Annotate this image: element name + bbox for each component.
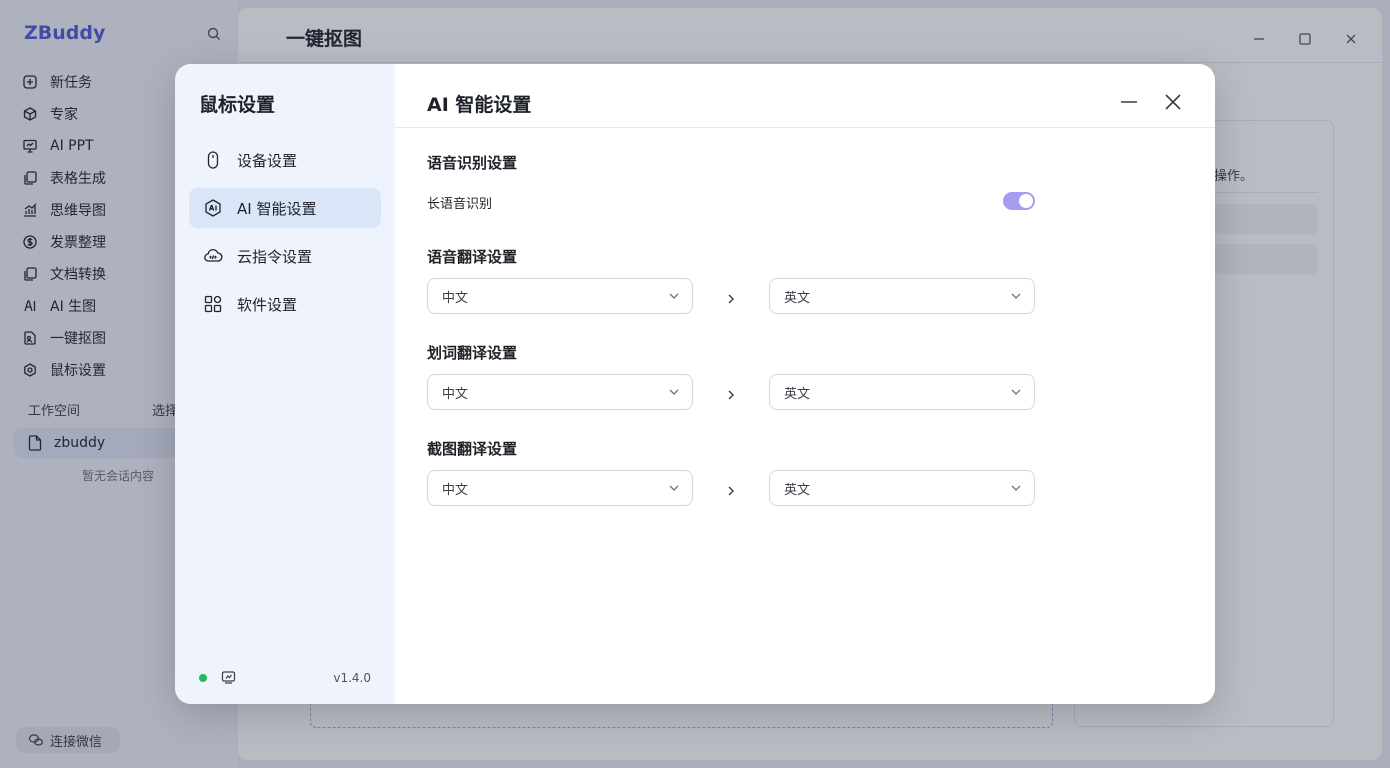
chevron-right-icon [725, 482, 737, 496]
settings-content-title: AI 智能设置 [427, 94, 532, 116]
settings-sidebar-title: 鼠标设置 [199, 94, 276, 116]
screen-cast-icon[interactable] [221, 670, 236, 685]
chevron-down-icon [668, 386, 680, 398]
voice-translation-to-select[interactable]: 英文 [769, 278, 1035, 314]
settings-sidebar: 鼠标设置 设备设置 AI 智能设置 云指令设置 软件设置 v1.4.0 [175, 64, 395, 704]
long-voice-label: 长语音识别 [427, 197, 493, 212]
chevron-right-icon [725, 290, 737, 304]
select-value: 中文 [442, 386, 469, 402]
mouse-icon [203, 150, 223, 170]
modal-minimize-button[interactable] [1119, 92, 1139, 112]
settings-menu-cloud[interactable]: 云指令设置 [189, 236, 381, 276]
minimize-icon [1121, 101, 1137, 103]
connection-status-dot [199, 673, 207, 682]
screenshot-translation-from-select[interactable]: 中文 [427, 470, 693, 506]
chevron-down-icon [668, 290, 680, 302]
chevron-down-icon [668, 482, 680, 494]
settings-menu-device[interactable]: 设备设置 [189, 140, 381, 180]
settings-menu-ai[interactable]: AI 智能设置 [189, 188, 381, 228]
ai-hexagon-icon [203, 198, 223, 218]
modal-close-button[interactable] [1163, 92, 1183, 112]
settings-menu-label: 设备设置 [237, 151, 298, 170]
select-value: 英文 [784, 290, 811, 306]
select-value: 英文 [784, 386, 811, 402]
word-translation-from-select[interactable]: 中文 [427, 374, 693, 410]
settings-menu-software[interactable]: 软件设置 [189, 284, 381, 324]
settings-footer: v1.4.0 [199, 670, 371, 685]
settings-menu-label: 云指令设置 [237, 247, 313, 266]
settings-content: AI 智能设置 语音识别设置 长语音识别 语音翻译设置 中文 英文 划词翻译设置… [395, 64, 1215, 704]
divider [395, 127, 1215, 128]
version-label: v1.4.0 [333, 670, 371, 685]
select-value: 英文 [784, 482, 811, 498]
section-title-screenshot-translation: 截图翻译设置 [427, 440, 518, 458]
screenshot-translation-to-select[interactable]: 英文 [769, 470, 1035, 506]
toggle-knob [1019, 194, 1033, 208]
cloud-code-icon [203, 246, 223, 266]
chevron-down-icon [1010, 290, 1022, 302]
chevron-down-icon [1010, 482, 1022, 494]
settings-menu-label: 软件设置 [237, 295, 298, 314]
close-icon [1165, 94, 1181, 110]
voice-translation-from-select[interactable]: 中文 [427, 278, 693, 314]
word-translation-to-select[interactable]: 英文 [769, 374, 1035, 410]
settings-modal: 鼠标设置 设备设置 AI 智能设置 云指令设置 软件设置 v1.4.0 AI 智… [175, 64, 1215, 704]
select-value: 中文 [442, 290, 469, 306]
section-title-word-translation: 划词翻译设置 [427, 344, 518, 362]
long-voice-toggle[interactable] [1003, 192, 1035, 210]
section-title-voice-translation: 语音翻译设置 [427, 248, 518, 266]
select-value: 中文 [442, 482, 469, 498]
settings-menu-label: AI 智能设置 [237, 199, 317, 218]
apps-grid-icon [203, 294, 223, 314]
chevron-right-icon [725, 386, 737, 400]
chevron-down-icon [1010, 386, 1022, 398]
settings-menu: 设备设置 AI 智能设置 云指令设置 软件设置 [189, 140, 381, 332]
section-title-voice-recognition: 语音识别设置 [427, 154, 518, 172]
